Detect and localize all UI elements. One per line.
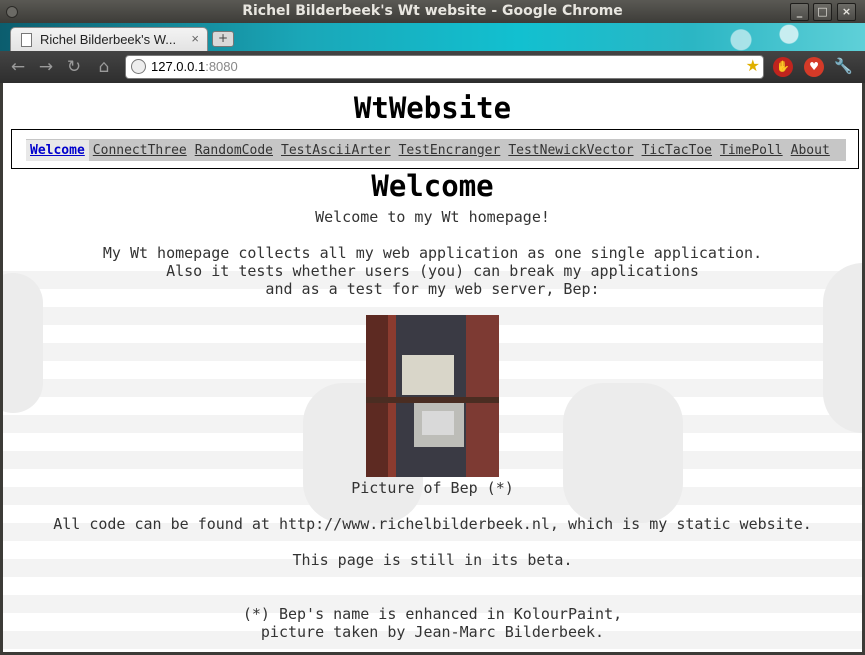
minimize-icon[interactable]: _ xyxy=(790,3,809,21)
footnote-line-1: (*) Bep's name is enhanced in KolourPain… xyxy=(242,605,623,623)
menu-item-tictactoe[interactable]: TicTacToe xyxy=(638,143,716,158)
menu-item-testnewickvector[interactable]: TestNewickVector xyxy=(504,143,637,158)
url-text: 127.0.0.1:8080 xyxy=(151,56,238,78)
window-titlebar: Richel Bilderbeek's Wt website - Google … xyxy=(0,0,865,23)
shield-extension-icon[interactable]: ♥ xyxy=(804,57,824,77)
globe-icon xyxy=(131,59,146,74)
new-tab-button[interactable]: + xyxy=(212,31,234,47)
page-viewport: WtWebsite Welcome ConnectThree RandomCod… xyxy=(3,83,862,652)
menu-item-timepoll[interactable]: TimePoll xyxy=(716,143,787,158)
menu-box: Welcome ConnectThree RandomCode TestAsci… xyxy=(11,129,859,169)
address-bar[interactable]: 127.0.0.1:8080 ★ xyxy=(125,55,764,79)
menu-item-connectthree[interactable]: ConnectThree xyxy=(89,143,191,158)
footnote-line-2: picture taken by Jean-Marc Bilderbeek. xyxy=(260,623,605,641)
tab-close-icon[interactable]: × xyxy=(191,31,199,46)
bep-photo xyxy=(366,315,499,477)
description-line-2: Also it tests whether users (you) can br… xyxy=(166,262,699,280)
description-line-1: My Wt homepage collects all my web appli… xyxy=(102,244,763,262)
intro-text: Welcome to my Wt homepage! xyxy=(315,208,550,226)
menu-item-about[interactable]: About xyxy=(787,143,834,158)
main-menu: Welcome ConnectThree RandomCode TestAsci… xyxy=(26,139,846,161)
close-window-icon[interactable]: × xyxy=(837,3,856,21)
back-arrow-icon[interactable]: ← xyxy=(8,57,28,77)
menu-item-randomcode[interactable]: RandomCode xyxy=(191,143,277,158)
tab-strip: Richel Bilderbeek's W... × + xyxy=(0,23,865,51)
home-icon[interactable]: ⌂ xyxy=(94,57,114,77)
window-title: Richel Bilderbeek's Wt website - Google … xyxy=(242,3,623,19)
page-icon xyxy=(21,33,32,47)
url-port: :8080 xyxy=(205,59,238,74)
bookmark-star-icon[interactable]: ★ xyxy=(746,56,760,78)
maximize-icon[interactable]: □ xyxy=(813,3,832,21)
monitor xyxy=(414,403,464,447)
menu-item-welcome[interactable]: Welcome xyxy=(26,139,89,161)
url-host: 127.0.0.1 xyxy=(151,59,206,74)
computer-case xyxy=(402,355,454,395)
site-title: WtWebsite xyxy=(353,91,512,125)
description-line-3: and as a test for my web server, Bep: xyxy=(265,280,600,298)
stop-sign-extension-icon[interactable]: ✋ xyxy=(773,57,793,77)
beta-notice: This page is still in its beta. xyxy=(292,551,573,569)
theme-artwork xyxy=(705,23,825,51)
browser-tab[interactable]: Richel Bilderbeek's W... × xyxy=(10,27,208,51)
background-artwork xyxy=(563,383,683,523)
reload-icon[interactable]: ↻ xyxy=(64,57,84,77)
page-heading: Welcome xyxy=(371,169,494,203)
menu-item-testasciiarter[interactable]: TestAsciiArter xyxy=(277,143,395,158)
forward-arrow-icon[interactable]: → xyxy=(36,57,56,77)
wrench-menu-icon[interactable]: 🔧 xyxy=(834,57,853,75)
menu-item-testencranger[interactable]: TestEncranger xyxy=(395,143,505,158)
photo-caption: Picture of Bep (*) xyxy=(351,479,514,497)
code-location-text: All code can be found at http://www.rich… xyxy=(53,515,812,533)
window-menu-icon[interactable] xyxy=(6,6,18,18)
browser-toolbar: ← → ↻ ⌂ 127.0.0.1:8080 ★ ✋ ♥ xyxy=(0,51,865,83)
tab-title: Richel Bilderbeek's W... xyxy=(40,32,177,47)
